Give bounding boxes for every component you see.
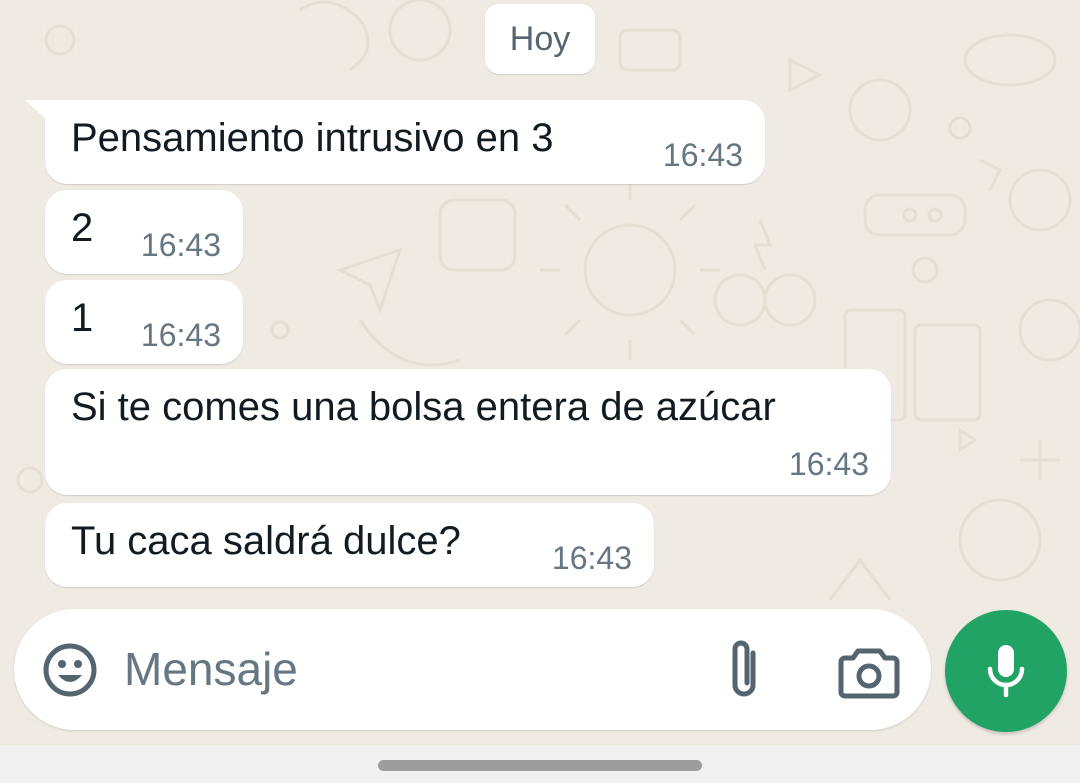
message-text: Pensamiento intrusivo en 3 [71, 116, 554, 160]
message-bubble[interactable]: Tu caca saldrá dulce? 16:43 [45, 503, 654, 587]
system-navigation-bar [0, 745, 1080, 783]
message-timestamp: 16:43 [788, 446, 869, 482]
message-text: 1 [71, 296, 94, 340]
message-text: Si te comes una bolsa entera de azúcar [71, 385, 776, 429]
message-composer [14, 609, 931, 730]
message-bubble[interactable]: Pensamiento intrusivo en 3 16:43 [25, 100, 765, 184]
message-timestamp: 16:43 [551, 540, 632, 576]
message-bubble[interactable]: Si te comes una bolsa entera de azúcar 1… [45, 369, 891, 495]
emoji-icon[interactable] [42, 642, 98, 698]
message-timestamp: 16:43 [140, 317, 221, 353]
bubble-tail [25, 100, 47, 120]
message-text: Tu caca saldrá dulce? [71, 519, 461, 563]
voice-record-button[interactable] [945, 610, 1067, 732]
home-indicator[interactable] [378, 760, 702, 771]
message-text: 2 [71, 206, 94, 250]
message-bubble[interactable]: 1 16:43 [45, 280, 243, 364]
paperclip-icon[interactable] [720, 635, 770, 705]
message-timestamp: 16:43 [662, 137, 743, 173]
camera-icon[interactable] [838, 643, 900, 699]
date-separator: Hoy [485, 4, 595, 74]
microphone-icon [987, 645, 1025, 698]
message-input[interactable] [124, 629, 684, 709]
message-bubble[interactable]: 2 16:43 [45, 190, 243, 274]
message-timestamp: 16:43 [140, 227, 221, 263]
